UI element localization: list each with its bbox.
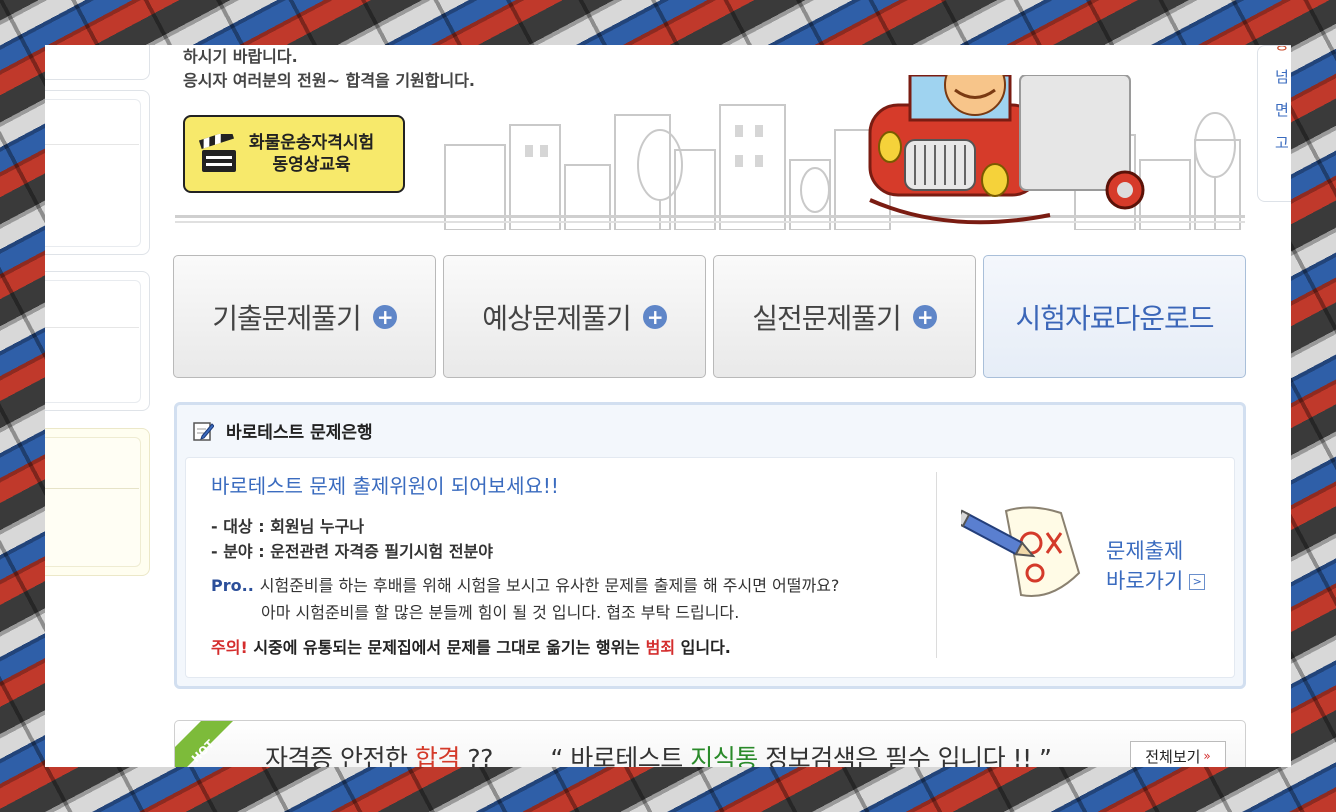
question-bank-panel: 바로테스트 문제은행 바로테스트 문제 출제위원이 되어보세요!! - 대상 :… (174, 402, 1246, 689)
page-frame: 중 넘 면 고 (45, 45, 1291, 767)
question-bank-content: 바로테스트 문제 출제위원이 되어보세요!! - 대상 : 회원님 누구나 - … (185, 457, 1235, 678)
make-question-line-2: 바로가기 (1106, 569, 1184, 593)
pencil-paper-ox-icon[interactable] (961, 503, 1086, 603)
make-question-line-1: 문제출제 (1106, 539, 1184, 563)
banner-message: 하시기 바랍니다. 응시자 여러분의 전원~ 합격을 기원합니다. (183, 45, 475, 93)
hot-ribbon-icon: HOT (175, 721, 233, 767)
warning-label: 주의! (211, 638, 248, 657)
question-bank-headline: 바로테스트 문제 출제위원이 되어보세요!! (211, 474, 559, 498)
plus-circle-icon: + (642, 304, 667, 329)
practice-questions-button[interactable]: 실전문제풀기 + (713, 255, 976, 378)
banner-line-2: 응시자 여러분의 전원~ 합격을 기원합니다. (183, 71, 476, 90)
warning-text-b: 입니다. (680, 638, 731, 657)
hot-text-pass: 합격 (414, 744, 461, 767)
right-sidebar-char[interactable]: 고 (1275, 127, 1291, 160)
hot-text-a: 자격증 안전한 (265, 744, 408, 767)
right-sidebar-char[interactable]: 중 (1275, 46, 1291, 61)
practice-questions-label: 실전문제풀기 (752, 301, 902, 335)
video-education-button[interactable]: 화물운송자격시험 동영상교육 (183, 115, 405, 193)
hot-text-knowledge: 지식통 (690, 744, 758, 767)
right-sidebar-char[interactable]: 면 (1275, 94, 1291, 127)
left-sidebar-box-2 (45, 90, 150, 255)
expected-questions-label: 예상문제풀기 (482, 301, 632, 335)
banner-line-1: 하시기 바랍니다. (183, 47, 298, 66)
pro-message: Pro.. 시험준비를 하는 후배를 위해 시험을 보시고 유사한 문제를 출제를… (211, 572, 839, 626)
right-sidebar-char[interactable]: 넘 (1275, 61, 1291, 94)
hot-text-d: “ 바로테스트 (550, 744, 683, 767)
hot-knowledge-bar: HOT 자격증 안전한 합격 ?? “ 바로테스트 지식통 정보검색은 필수 입… (174, 720, 1246, 767)
past-questions-label: 기출문제풀기 (212, 301, 362, 335)
hot-message: 자격증 안전한 합격 ?? “ 바로테스트 지식통 정보검색은 필수 입니다 !… (265, 739, 1052, 767)
hot-text-f: 정보검색은 필수 입니다 !! ” (765, 744, 1052, 767)
expected-questions-button[interactable]: 예상문제풀기 + (443, 255, 706, 378)
question-bank-title: 바로테스트 문제은행 (192, 418, 373, 443)
target-line: - 대상 : 회원님 누구나 (211, 517, 365, 536)
hero-banner: 하시기 바랍니다. 응시자 여러분의 전원~ 합격을 기원합니다. 화물운송자격… (175, 45, 1245, 230)
video-education-label: 화물운송자격시험 동영상교육 (249, 132, 374, 176)
left-sidebar-box-3 (45, 271, 150, 411)
clapperboard-icon (199, 134, 236, 172)
pro-label: Pro.. (211, 576, 254, 595)
arrow-right-icon: > (1189, 574, 1206, 590)
left-sidebar-box-4 (45, 428, 150, 576)
field-line: - 분야 : 운전관련 자격증 필기시험 전분야 (211, 542, 493, 561)
pro-line-1: 시험준비를 하는 후배를 위해 시험을 보시고 유사한 문제를 출제를 해 주시… (259, 576, 840, 595)
memo-pencil-icon (193, 421, 214, 441)
make-question-link[interactable]: 문제출제 바로가기 > (1106, 536, 1206, 596)
warning-message: 주의! 시중에 유통되는 문제집에서 문제를 그대로 옮기는 행위는 범죄 입니… (211, 634, 731, 658)
view-all-button[interactable]: 전체보기 » (1130, 741, 1226, 767)
video-education-line-1: 화물운송자격시험 (249, 133, 375, 153)
question-bank-title-text: 바로테스트 문제은행 (226, 423, 373, 443)
warning-text-a: 시중에 유통되는 문제집에서 문제를 그대로 옮기는 행위는 (253, 638, 641, 657)
double-chevron-icon: » (1203, 749, 1211, 763)
exam-material-download-label: 시험자료다운로드 (1015, 301, 1214, 335)
past-questions-button[interactable]: 기출문제풀기 + (173, 255, 436, 378)
exam-material-download-button[interactable]: 시험자료다운로드 (983, 255, 1246, 378)
warning-crime: 범죄 (645, 638, 676, 657)
right-sidebar-fragment: 중 넘 면 고 (1257, 45, 1291, 202)
vertical-divider (936, 472, 937, 658)
left-sidebar-box-1 (45, 45, 150, 80)
hot-text-c: ?? (467, 744, 493, 767)
video-education-line-2: 동영상교육 (272, 155, 351, 175)
plus-circle-icon: + (372, 304, 397, 329)
pro-line-2: 아마 시험준비를 할 많은 분들께 힘이 될 것 입니다. 협조 부탁 드립니다… (261, 603, 740, 622)
view-all-label: 전체보기 (1145, 747, 1201, 766)
plus-circle-icon: + (912, 304, 937, 329)
